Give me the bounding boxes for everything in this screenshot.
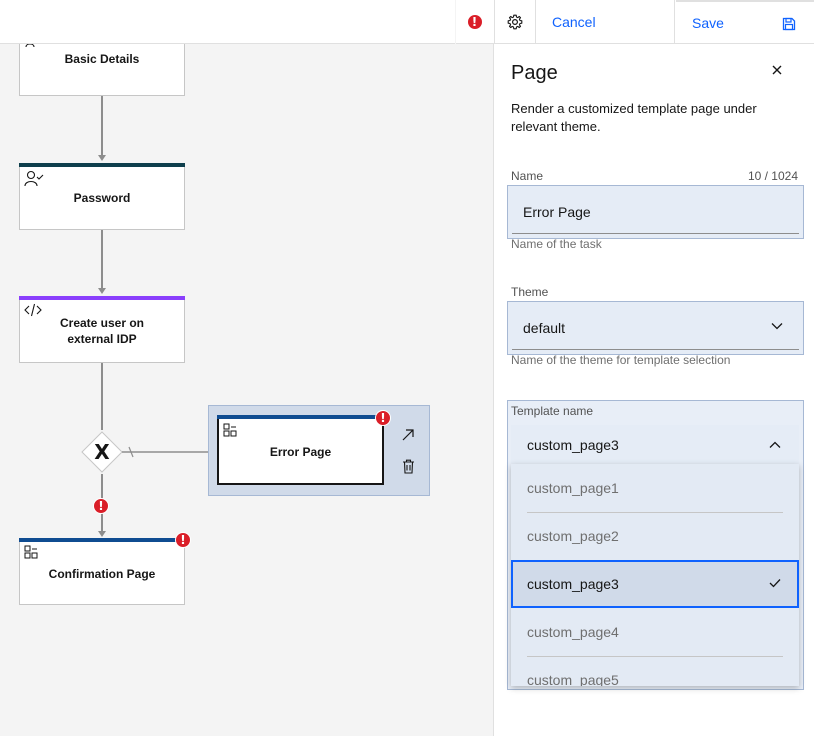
properties-panel: Page Render a customized template page u… bbox=[495, 44, 814, 736]
template-dropdown-menu: custom_page1 custom_page2 custom_page3 c… bbox=[511, 464, 799, 686]
theme-select-value: default bbox=[523, 319, 566, 336]
cancel-button[interactable]: Cancel bbox=[537, 0, 675, 44]
template-select-value: custom_page3 bbox=[527, 437, 619, 453]
gateway-label: X bbox=[94, 440, 110, 464]
error-filled-icon: ! bbox=[375, 410, 391, 426]
node-create-user[interactable]: Create user on external IDP bbox=[19, 296, 185, 363]
page-icon bbox=[24, 545, 38, 559]
node-basic-details[interactable]: Basic Details bbox=[19, 44, 185, 96]
template-select[interactable]: custom_page3 bbox=[511, 425, 799, 465]
node-password[interactable]: Password bbox=[19, 163, 185, 230]
connector bbox=[101, 96, 103, 155]
error-indicator-button[interactable]: ! bbox=[455, 0, 493, 44]
node-error-badge[interactable]: ! bbox=[175, 532, 191, 548]
connector bbox=[101, 363, 103, 430]
name-field-container: Error Page bbox=[507, 185, 804, 239]
workflow-editor: ! Cancel Save Basic Details Password Cre… bbox=[0, 0, 814, 736]
top-toolbar: ! Cancel Save bbox=[0, 0, 814, 44]
user-icon bbox=[25, 44, 35, 48]
arrow-up-right-icon[interactable] bbox=[401, 428, 415, 442]
node-label: Basic Details bbox=[64, 52, 140, 66]
arrow-head bbox=[98, 288, 106, 294]
node-label: Confirmation Page bbox=[48, 567, 156, 581]
name-input[interactable]: Error Page bbox=[512, 190, 799, 234]
dropdown-option[interactable]: custom_page2 bbox=[511, 512, 799, 560]
close-icon bbox=[772, 65, 782, 75]
node-confirmation-page[interactable]: Confirmation Page bbox=[19, 538, 185, 605]
name-helper-text: Name of the task bbox=[511, 237, 602, 251]
gateway-node[interactable]: X bbox=[80, 430, 124, 474]
panel-title: Page bbox=[511, 62, 558, 84]
user-check-icon bbox=[24, 170, 44, 187]
dropdown-option[interactable]: custom_page1 bbox=[511, 464, 799, 512]
option-label: custom_page3 bbox=[527, 576, 619, 592]
chevron-down-icon bbox=[771, 323, 783, 330]
template-field-container: Template name custom_page3 custom_page1 … bbox=[507, 400, 804, 690]
dropdown-option[interactable]: custom_page5 bbox=[511, 656, 799, 686]
connector-to-error-page bbox=[122, 446, 218, 458]
template-field-label: Template name bbox=[511, 404, 594, 418]
theme-field-label: Theme bbox=[511, 285, 549, 299]
node-label: Error Page bbox=[269, 445, 332, 459]
checkmark-icon bbox=[769, 579, 781, 588]
arrow-head bbox=[98, 155, 106, 161]
node-label-line2: external IDP bbox=[67, 332, 137, 346]
theme-field-container: default bbox=[507, 301, 804, 355]
node-accent-bar bbox=[217, 415, 384, 419]
gear-icon bbox=[507, 14, 523, 30]
panel-description: Render a customized template page under … bbox=[511, 101, 757, 134]
theme-select[interactable]: default bbox=[512, 306, 799, 350]
error-filled-icon: ! bbox=[93, 498, 109, 514]
node-error-page[interactable]: Error Page bbox=[217, 415, 384, 485]
name-field-label: Name bbox=[511, 169, 544, 183]
dropdown-option-selected[interactable]: custom_page3 bbox=[511, 560, 799, 608]
page-icon bbox=[223, 423, 237, 437]
theme-helper-text: Name of the theme for template selection bbox=[511, 353, 731, 367]
name-char-counter: 10 / 1024 bbox=[747, 169, 798, 183]
node-accent-bar bbox=[19, 163, 185, 167]
arrow-head bbox=[98, 531, 106, 537]
settings-button[interactable] bbox=[494, 0, 536, 44]
dropdown-option[interactable]: custom_page4 bbox=[511, 608, 799, 656]
trash-icon[interactable] bbox=[402, 459, 415, 474]
workflow-canvas[interactable]: Basic Details Password Create user on ex… bbox=[0, 44, 494, 736]
node-error-badge[interactable]: ! bbox=[375, 410, 391, 426]
connector-error-badge[interactable]: ! bbox=[93, 498, 109, 514]
node-label-line1: Create user on bbox=[59, 316, 145, 330]
save-button[interactable]: Save bbox=[676, 0, 814, 44]
node-accent-bar bbox=[19, 296, 185, 300]
error-filled-icon: ! bbox=[466, 14, 483, 30]
node-label: Password bbox=[73, 191, 131, 205]
save-label: Save bbox=[692, 15, 724, 31]
chevron-up-icon bbox=[769, 441, 781, 448]
node-accent-bar bbox=[19, 538, 185, 542]
close-button[interactable] bbox=[767, 60, 787, 80]
connector bbox=[101, 230, 103, 288]
save-icon bbox=[782, 17, 796, 31]
error-filled-icon: ! bbox=[175, 532, 191, 548]
